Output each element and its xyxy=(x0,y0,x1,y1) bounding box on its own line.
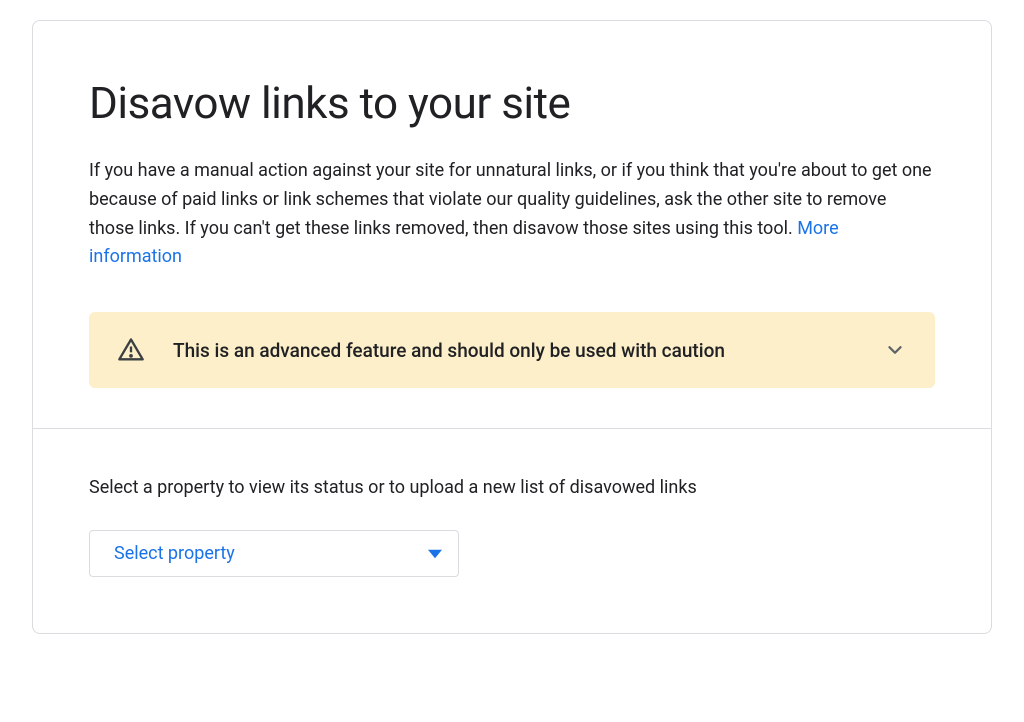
warning-triangle-icon xyxy=(117,336,145,364)
intro-paragraph: If you have a manual action against your… xyxy=(89,157,935,272)
dropdown-arrow-icon xyxy=(428,547,442,561)
property-section: Select a property to view its status or … xyxy=(33,429,991,633)
chevron-down-icon xyxy=(883,338,907,362)
disavow-card: Disavow links to your site If you have a… xyxy=(32,20,992,634)
warning-banner[interactable]: This is an advanced feature and should o… xyxy=(89,312,935,388)
warning-text: This is an advanced feature and should o… xyxy=(173,339,855,362)
select-property-dropdown[interactable]: Select property xyxy=(89,530,459,577)
page-title: Disavow links to your site xyxy=(89,77,935,129)
select-property-label: Select a property to view its status or … xyxy=(89,477,935,498)
intro-section: Disavow links to your site If you have a… xyxy=(33,21,991,428)
select-property-placeholder: Select property xyxy=(114,543,235,564)
